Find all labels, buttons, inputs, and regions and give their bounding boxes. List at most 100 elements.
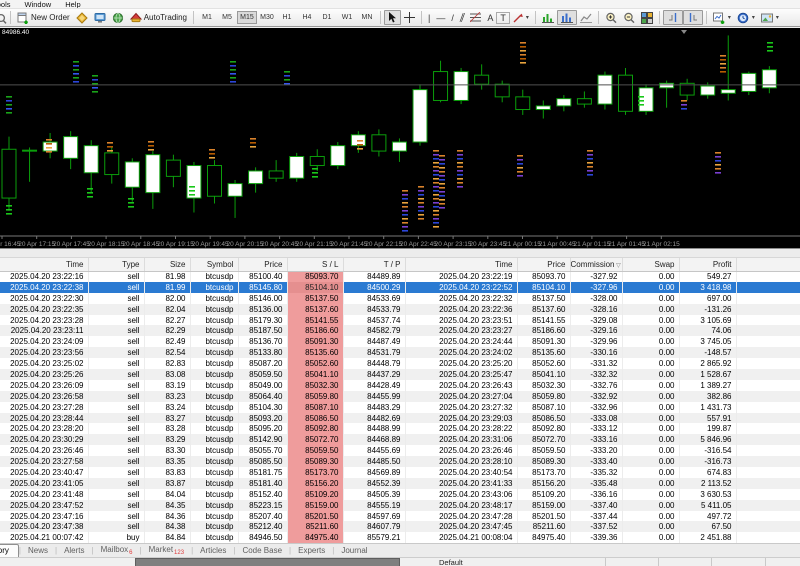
menu-tools[interactable]: Tools: [0, 0, 18, 8]
tab-code-base[interactable]: Code Base: [235, 545, 289, 556]
tab-history[interactable]: History: [0, 544, 19, 557]
column-header-type[interactable]: Type: [88, 258, 145, 272]
cell: 2025.04.20 23:41:33: [405, 477, 518, 489]
history-row[interactable]: 2025.04.20 23:22:16 sell 81.98 btcusdp 85100…: [0, 271, 800, 282]
cell: -332.76: [570, 379, 623, 391]
menu-window[interactable]: Window: [18, 0, 59, 8]
tab-experts[interactable]: Experts: [291, 545, 332, 556]
templates-dropdown[interactable]: ▾: [758, 10, 782, 25]
indicator-window-button[interactable]: [556, 10, 577, 25]
timeframe-m5[interactable]: M5: [217, 11, 237, 24]
history-row-selected[interactable]: 2025.04.20 23:22:38 sell 81.99 btcusdp 85145…: [0, 281, 800, 293]
tab-news[interactable]: News: [21, 545, 55, 556]
new-chart-dropdown[interactable]: ▾: [710, 10, 734, 25]
fibonacci-tool[interactable]: [467, 10, 484, 25]
history-row[interactable]: 2025.04.20 23:47:38 sell 84.38 btcusdp 85212…: [0, 521, 800, 533]
history-row[interactable]: 2025.04.20 23:23:11 sell 82.29 btcusdp 85187…: [0, 325, 800, 337]
chart-shift-button[interactable]: [662, 10, 683, 25]
horizontal-line-tool[interactable]: —: [433, 10, 448, 25]
terminal-button[interactable]: [91, 10, 109, 25]
cell: 85093.20: [238, 412, 288, 424]
zoom-in-button[interactable]: [602, 10, 620, 25]
column-header-profit-close[interactable]: Profit: [679, 258, 737, 272]
column-header-tp[interactable]: T / P: [343, 258, 406, 272]
column-header-symbol[interactable]: Symbol: [190, 258, 239, 272]
chart-autoscroll-button[interactable]: [682, 10, 703, 25]
history-row[interactable]: 2025.04.20 23:28:44 sell 83.27 btcusdp 85093…: [0, 412, 800, 424]
history-row[interactable]: 2025.04.21 00:07:42 buy 84.84 btcusdp 84946.…: [0, 532, 800, 543]
history-row[interactable]: 2025.04.20 23:41:05 sell 83.87 btcusdp 85181…: [0, 477, 800, 489]
metaeditor-button[interactable]: [73, 10, 91, 25]
label-tool[interactable]: T: [496, 11, 510, 24]
history-row[interactable]: 2025.04.20 23:23:28 sell 82.27 btcusdp 85179…: [0, 314, 800, 326]
cell: 0.00: [622, 292, 680, 304]
history-row[interactable]: 2025.04.20 23:22:35 sell 82.04 btcusdp 85136…: [0, 303, 800, 315]
timeframe-h1[interactable]: H1: [277, 11, 297, 24]
crosshair-tool[interactable]: [401, 10, 418, 25]
tab-market[interactable]: Market123: [142, 544, 191, 557]
column-header-price[interactable]: Price: [238, 258, 288, 272]
history-row[interactable]: 2025.04.20 23:26:58 sell 83.23 btcusdp 85064…: [0, 390, 800, 402]
history-row[interactable]: 2025.04.20 23:26:46 sell 83.30 btcusdp 85055…: [0, 445, 800, 457]
history-row[interactable]: 2025.04.20 23:25:26 sell 83.08 btcusdp 85059…: [0, 369, 800, 380]
column-header-price-close[interactable]: Price: [517, 258, 571, 272]
history-row[interactable]: 2025.04.20 23:24:09 sell 82.49 btcusdp 85136…: [0, 336, 800, 348]
cursor-tool[interactable]: [383, 10, 401, 25]
new-order-button[interactable]: New Order: [14, 10, 73, 25]
objects-button[interactable]: [577, 10, 595, 25]
timeframe-m15[interactable]: M15: [236, 11, 257, 24]
text-tool[interactable]: A: [484, 10, 496, 25]
timeframe-m1[interactable]: M1: [197, 11, 217, 24]
community-button[interactable]: [109, 10, 127, 25]
horizontal-scrollbar-thumb[interactable]: [135, 558, 400, 566]
history-row[interactable]: 2025.04.20 23:25:02 sell 82.83 btcusdp 85087…: [0, 358, 800, 370]
timeframe-m30[interactable]: M30: [257, 11, 277, 24]
history-row[interactable]: 2025.04.20 23:27:58 sell 83.35 btcusdp 85085…: [0, 456, 800, 468]
column-header-swap-close[interactable]: Swap: [622, 258, 680, 272]
period-dropdown[interactable]: ▾: [734, 10, 758, 25]
timeframe-mn[interactable]: MN: [357, 11, 377, 24]
timeframe-h4[interactable]: H4: [297, 11, 317, 24]
history-row[interactable]: 2025.04.20 23:27:28 sell 83.24 btcusdp 85104…: [0, 401, 800, 413]
history-row[interactable]: 2025.04.20 23:47:52 sell 84.35 btcusdp 85223…: [0, 499, 800, 511]
column-header-sl[interactable]: S / L: [287, 258, 344, 272]
tab-mailbox[interactable]: Mailbox6: [94, 544, 140, 557]
autotrading-button[interactable]: AutoTrading: [127, 10, 190, 25]
cell: 2025.04.20 23:22:52: [405, 281, 518, 293]
history-row[interactable]: 2025.04.20 23:40:47 sell 83.83 btcusdp 85181…: [0, 467, 800, 478]
history-row[interactable]: 2025.04.20 23:28:20 sell 83.28 btcusdp 85095…: [0, 423, 800, 435]
column-header-size[interactable]: Size: [144, 258, 191, 272]
column-header-time-close[interactable]: Time: [405, 258, 518, 272]
tile-windows-button[interactable]: [638, 10, 656, 25]
tab-alerts[interactable]: Alerts: [57, 545, 91, 556]
timeframe-d1[interactable]: D1: [317, 11, 337, 24]
history-row[interactable]: 2025.04.20 23:23:56 sell 82.54 btcusdp 85133…: [0, 347, 800, 359]
history-row[interactable]: 2025.04.20 23:47:16 sell 84.36 btcusdp 85207…: [0, 510, 800, 522]
search-symbol-icon[interactable]: [0, 12, 7, 24]
status-bar: Default: [0, 557, 800, 566]
history-row[interactable]: 2025.04.20 23:41:48 sell 84.04 btcusdp 85152…: [0, 488, 800, 500]
status-profile[interactable]: Default: [401, 558, 606, 566]
menu-help[interactable]: Help: [58, 0, 87, 8]
zoom-out-button[interactable]: [620, 10, 638, 25]
indicators-button[interactable]: [539, 10, 557, 25]
cell: -337.44: [570, 510, 623, 522]
cell: -328.00: [570, 292, 623, 304]
history-row[interactable]: 2025.04.20 23:30:29 sell 83.29 btcusdp 85142…: [0, 434, 800, 446]
tab-articles[interactable]: Articles: [193, 545, 233, 556]
history-row[interactable]: 2025.04.20 23:26:09 sell 83.19 btcusdp 85049…: [0, 379, 800, 391]
price-chart[interactable]: 84986.40 20 Apr 16:4520 Apr 17:1520 Apr …: [0, 28, 800, 248]
cell: -339.36: [570, 532, 623, 543]
column-header-commission-close[interactable]: Commission ▽: [570, 258, 623, 272]
cell: 2025.04.20 23:23:27: [405, 325, 518, 337]
vertical-line-tool[interactable]: |: [425, 10, 433, 25]
scroll-to-end-marker[interactable]: [681, 30, 687, 34]
cell: btcusdp: [190, 292, 239, 304]
arrows-dropdown[interactable]: ▾: [510, 10, 532, 25]
history-row[interactable]: 2025.04.20 23:22:30 sell 82.00 btcusdp 85146…: [0, 292, 800, 304]
tab-journal[interactable]: Journal: [334, 545, 374, 556]
cell: 85137.60: [517, 303, 571, 315]
panel-splitter[interactable]: [0, 248, 800, 258]
column-header-time[interactable]: Time: [0, 258, 89, 272]
timeframe-w1[interactable]: W1: [337, 11, 357, 24]
